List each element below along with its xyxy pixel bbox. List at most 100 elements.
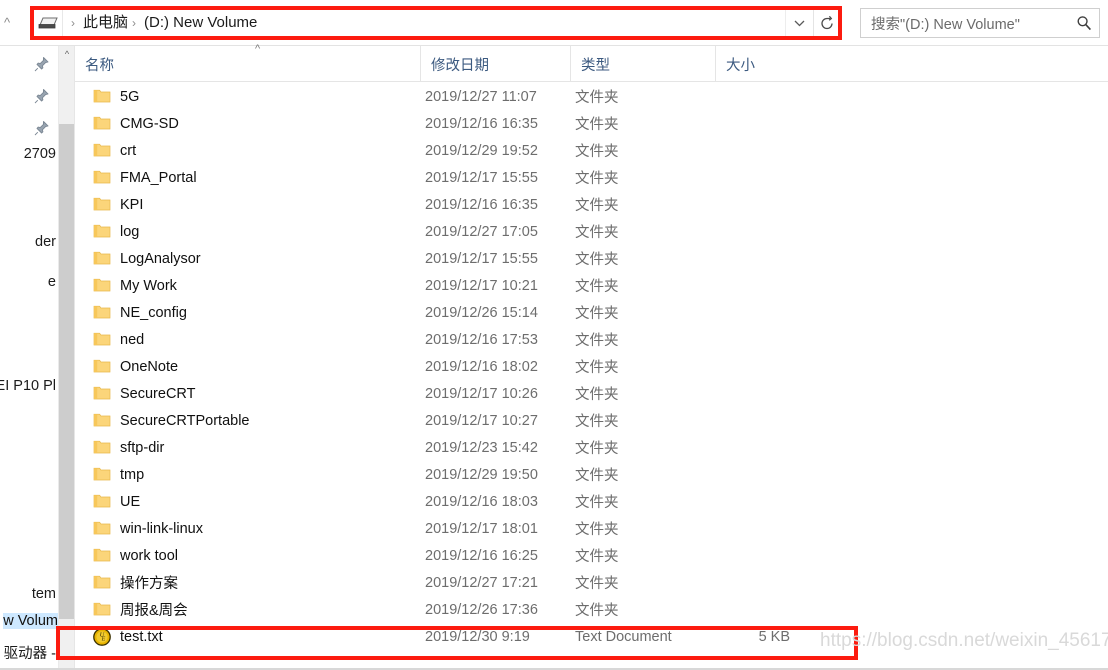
table-row[interactable]: NE_config 2019/12/26 15:14 文件夹: [75, 299, 1108, 326]
pin-icon[interactable]: [34, 56, 50, 72]
folder-icon: [93, 142, 111, 160]
refresh-icon[interactable]: [813, 9, 839, 37]
file-name-cell[interactable]: NE_config: [93, 299, 187, 326]
table-row[interactable]: work tool 2019/12/16 16:25 文件夹: [75, 542, 1108, 569]
file-name-cell[interactable]: SecureCRT: [93, 380, 195, 407]
file-date-cell: 2019/12/29 19:50: [425, 466, 538, 483]
nav-item-selected[interactable]: w Volum: [3, 613, 58, 629]
table-row[interactable]: crt 2019/12/29 19:52 文件夹: [75, 137, 1108, 164]
table-row[interactable]: OneNote 2019/12/16 18:02 文件夹: [75, 353, 1108, 380]
address-bar[interactable]: › 此电脑 › (D:) New Volume: [32, 8, 840, 38]
file-name-cell[interactable]: ned: [93, 326, 144, 353]
nav-item[interactable]: tem: [32, 586, 58, 602]
file-name-cell[interactable]: U E test.txt: [93, 623, 163, 650]
file-name-cell[interactable]: UE: [93, 488, 140, 515]
table-row[interactable]: win-link-linux 2019/12/17 18:01 文件夹: [75, 515, 1108, 542]
scroll-up-button[interactable]: ^: [59, 46, 75, 63]
table-row[interactable]: log 2019/12/27 17:05 文件夹: [75, 218, 1108, 245]
file-name-cell[interactable]: OneNote: [93, 353, 178, 380]
address-toolbar: ^ › 此电脑 › (D:) New Volume 搜索"(D:) New Vo…: [0, 0, 1108, 46]
breadcrumb-separator-icon: ›: [132, 16, 137, 30]
table-row[interactable]: My Work 2019/12/17 10:21 文件夹: [75, 272, 1108, 299]
folder-icon: [93, 547, 111, 565]
file-size-cell: [715, 137, 790, 164]
table-row[interactable]: FMA_Portal 2019/12/17 15:55 文件夹: [75, 164, 1108, 191]
file-name-cell[interactable]: win-link-linux: [93, 515, 203, 542]
folder-icon: [93, 574, 111, 592]
column-header-date[interactable]: 修改日期: [420, 46, 570, 82]
file-name-cell[interactable]: FMA_Portal: [93, 164, 197, 191]
table-row[interactable]: CMG-SD 2019/12/16 16:35 文件夹: [75, 110, 1108, 137]
folder-icon: [93, 358, 111, 376]
navigate-up-button[interactable]: ^: [0, 14, 14, 32]
table-row[interactable]: SecureCRTPortable 2019/12/17 10:27 文件夹: [75, 407, 1108, 434]
file-name-cell[interactable]: CMG-SD: [93, 110, 179, 137]
table-row[interactable]: 操作方案 2019/12/27 17:21 文件夹: [75, 569, 1108, 596]
nav-item[interactable]: e: [48, 274, 58, 290]
table-row[interactable]: LogAnalysor 2019/12/17 15:55 文件夹: [75, 245, 1108, 272]
file-type-cell: 文件夹: [575, 495, 619, 511]
file-name-cell[interactable]: LogAnalysor: [93, 245, 201, 272]
file-name-cell[interactable]: KPI: [93, 191, 143, 218]
file-name-cell[interactable]: work tool: [93, 542, 178, 569]
folder-icon: [93, 304, 111, 322]
navigation-pane[interactable]: 2709 der e EI P10 Pl tem w Volum 驱动器 -: [0, 46, 58, 670]
search-input[interactable]: 搜索"(D:) New Volume": [861, 13, 1069, 34]
table-row[interactable]: 周报&周会 2019/12/26 17:36 文件夹: [75, 596, 1108, 623]
column-header-type[interactable]: 类型: [570, 46, 715, 82]
scrollbar-thumb[interactable]: [59, 124, 75, 619]
table-row[interactable]: 5G 2019/12/27 11:07 文件夹: [75, 83, 1108, 110]
file-name-label: 5G: [120, 88, 140, 105]
file-name-cell[interactable]: 5G: [93, 83, 139, 110]
file-name-cell[interactable]: crt: [93, 137, 136, 164]
navigation-pane-scrollbar[interactable]: ^: [58, 46, 75, 670]
table-row[interactable]: tmp 2019/12/29 19:50 文件夹: [75, 461, 1108, 488]
table-row[interactable]: SecureCRT 2019/12/17 10:26 文件夹: [75, 380, 1108, 407]
search-icon[interactable]: [1069, 15, 1099, 31]
file-name-cell[interactable]: sftp-dir: [93, 434, 164, 461]
file-date-cell: 2019/12/17 10:21: [425, 277, 538, 294]
file-type-cell: 文件夹: [575, 603, 619, 619]
nav-item[interactable]: EI P10 Pl: [0, 378, 58, 394]
file-list[interactable]: 5G 2019/12/27 11:07 文件夹 CMG-SD 2019/12/16 16…: [75, 83, 1108, 670]
file-name-cell[interactable]: 周报&周会: [93, 596, 188, 623]
file-date-cell: 2019/12/23 15:42: [425, 439, 538, 456]
column-header-name[interactable]: 名称: [75, 46, 420, 82]
table-row[interactable]: sftp-dir 2019/12/23 15:42 文件夹: [75, 434, 1108, 461]
file-name-label: test.txt: [120, 628, 163, 645]
file-name-cell[interactable]: My Work: [93, 272, 177, 299]
table-row[interactable]: ned 2019/12/16 17:53 文件夹: [75, 326, 1108, 353]
nav-item[interactable]: 驱动器 -: [4, 642, 58, 663]
file-type-cell: 文件夹: [575, 549, 619, 565]
file-name-label: log: [120, 223, 140, 240]
file-size-cell: [715, 380, 790, 407]
file-type-cell: 文件夹: [575, 306, 619, 322]
file-name-cell[interactable]: tmp: [93, 461, 144, 488]
breadcrumb[interactable]: › 此电脑 › (D:) New Volume: [63, 9, 785, 37]
file-name-label: NE_config: [120, 304, 187, 321]
file-type-cell: 文件夹: [575, 117, 619, 133]
folder-icon: [93, 385, 111, 403]
nav-item[interactable]: der: [35, 234, 58, 250]
file-size-cell: [715, 164, 790, 191]
file-size-cell: [715, 407, 790, 434]
search-box[interactable]: 搜索"(D:) New Volume": [860, 8, 1100, 38]
chevron-down-icon[interactable]: [785, 9, 813, 37]
breadcrumb-item-new-volume[interactable]: (D:) New Volume: [142, 9, 259, 37]
file-name-cell[interactable]: log: [93, 218, 139, 245]
file-name-cell[interactable]: SecureCRTPortable: [93, 407, 250, 434]
file-name-cell[interactable]: 操作方案: [93, 569, 178, 596]
column-header-size[interactable]: 大小: [715, 46, 820, 82]
table-row[interactable]: KPI 2019/12/16 16:35 文件夹: [75, 191, 1108, 218]
file-type-cell: Text Document: [575, 628, 672, 645]
file-type-cell: 文件夹: [575, 252, 619, 268]
file-name-label: FMA_Portal: [120, 169, 197, 186]
breadcrumb-item-this-pc[interactable]: 此电脑: [81, 9, 130, 37]
nav-item[interactable]: 2709: [24, 146, 58, 162]
table-row[interactable]: UE 2019/12/16 18:03 文件夹: [75, 488, 1108, 515]
file-name-label: SecureCRTPortable: [120, 412, 250, 429]
file-size-cell: [715, 488, 790, 515]
pin-icon[interactable]: [34, 88, 50, 104]
pin-icon[interactable]: [34, 120, 50, 136]
file-name-label: SecureCRT: [120, 385, 196, 402]
